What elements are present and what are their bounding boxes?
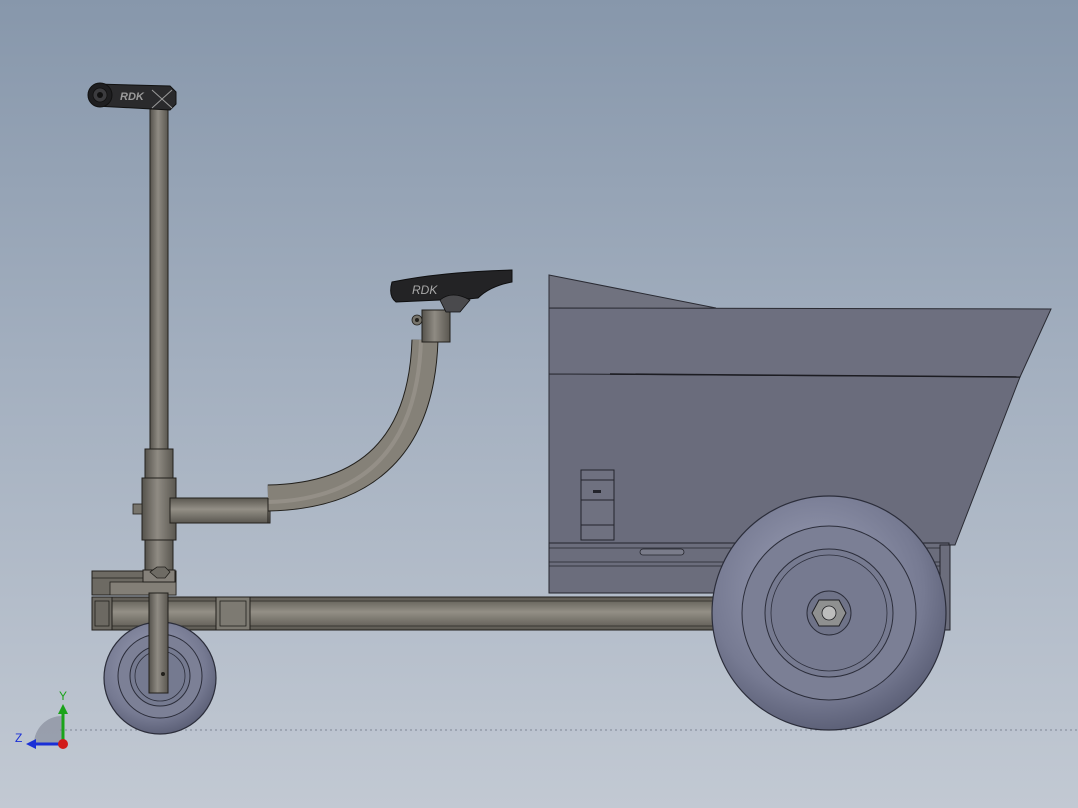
caster-fork bbox=[148, 592, 169, 694]
rear-wheel[interactable] bbox=[711, 495, 947, 731]
coordinate-triad[interactable]: Y Z bbox=[15, 689, 68, 749]
seat-post-collar bbox=[421, 309, 451, 343]
cad-graphics-viewport[interactable]: RDK RDK Y Z bbox=[0, 0, 1078, 808]
x-axis-dot bbox=[58, 739, 68, 749]
handlebar-stem[interactable]: RDK bbox=[87, 82, 177, 111]
model-canvas[interactable]: RDK RDK Y Z bbox=[0, 0, 1078, 808]
stem-logo: RDK bbox=[120, 91, 145, 103]
hopper-top-panel bbox=[548, 307, 1052, 378]
seat-post[interactable] bbox=[169, 309, 451, 524]
saddle[interactable]: RDK bbox=[390, 269, 513, 313]
hopper-lid-flap bbox=[548, 274, 717, 313]
triad-z-label: Z bbox=[15, 731, 22, 745]
triad-y-label: Y bbox=[59, 689, 67, 703]
hopper-slot bbox=[639, 548, 685, 556]
saddle-logo: RDK bbox=[412, 283, 438, 297]
frame-joint-block bbox=[215, 596, 251, 631]
